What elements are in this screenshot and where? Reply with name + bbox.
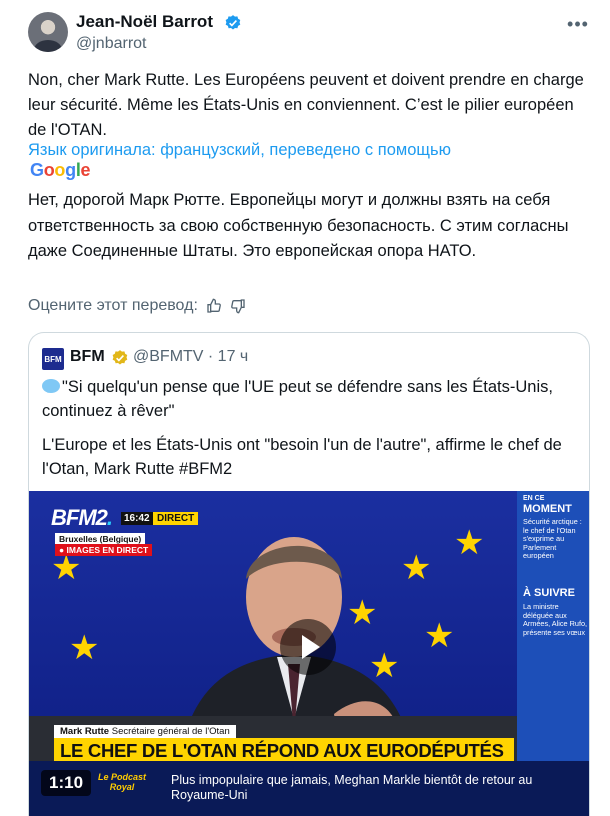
author-handle[interactable]: @jnbarrot <box>76 35 147 53</box>
video-duration: 1:10 <box>41 770 92 796</box>
direct-badge: DIRECT <box>153 512 199 525</box>
sidebar-title-2: À SUIVRE <box>523 587 575 599</box>
rate-translation: Оцените этот перевод: <box>28 297 246 315</box>
gold-verified-badge-icon <box>112 350 128 365</box>
bfm2-logo: BFM2. <box>51 505 113 530</box>
quoted-text-1: "Si quelqu'un pense que l'UE peut se déf… <box>42 378 553 420</box>
author-name[interactable]: Jean-Noël Barrot <box>76 12 213 32</box>
thumbs-down-icon[interactable] <box>230 298 246 314</box>
tv-sidebar: EN CE MOMENT Sécurité arctique : le chef… <box>517 491 589 761</box>
lower-third-name: Mark Rutte Secrétaire général de l'Otan <box>54 725 236 738</box>
sidebar-text-1: Sécurité arctique : le chef de l'Otan s'… <box>523 517 582 561</box>
sidebar-text-2: La ministre déléguée aux Armées, Alice R… <box>523 602 588 637</box>
podcast-royal-logo: Le Podcast Royal <box>97 772 146 792</box>
ticker-text: Plus impopulaire que jamais, Meghan Mark… <box>171 773 533 802</box>
more-icon[interactable]: ••• <box>566 14 590 34</box>
sidebar-small-title: EN CE <box>523 495 545 502</box>
video-player[interactable]: ★ ★ ★ ★ ★ ★ ★ ★ ★ BFM2. 16:42 <box>29 491 589 816</box>
thumbs-up-icon[interactable] <box>206 298 222 314</box>
sidebar-title: MOMENT <box>523 503 572 515</box>
quoted-handle-time[interactable]: @BFMTV · 17 ч <box>133 348 248 366</box>
avatar[interactable] <box>28 12 68 52</box>
google-logo: Google <box>30 160 91 180</box>
quoted-tweet[interactable]: BFM BFM @BFMTV · 17 ч "Si quelqu'un pens… <box>28 332 590 816</box>
tweet-text: Non, cher Mark Rutte. Les Européens peuv… <box>28 71 584 139</box>
play-icon[interactable] <box>280 619 336 675</box>
rate-translation-label: Оцените этот перевод: <box>28 297 198 314</box>
quoted-text-2: L'Europe et les États-Unis ont "besoin l… <box>42 436 562 478</box>
live-label: ● IMAGES EN DIRECT <box>55 544 153 556</box>
verified-badge-icon <box>225 15 241 30</box>
bfm-avatar[interactable]: BFM <box>42 348 64 370</box>
translated-text: Нет, дорогой Марк Рютте. Европейцы могут… <box>28 191 569 260</box>
broadcast-time: 16:42 <box>121 512 153 525</box>
quoted-author-name[interactable]: BFM <box>70 348 105 366</box>
speech-bubble-icon <box>42 379 60 393</box>
news-ticker: Le Podcast Royal Plus impopulaire que ja… <box>29 761 589 816</box>
translation-source-label[interactable]: Язык оригинала: французский, переведено … <box>28 141 451 160</box>
